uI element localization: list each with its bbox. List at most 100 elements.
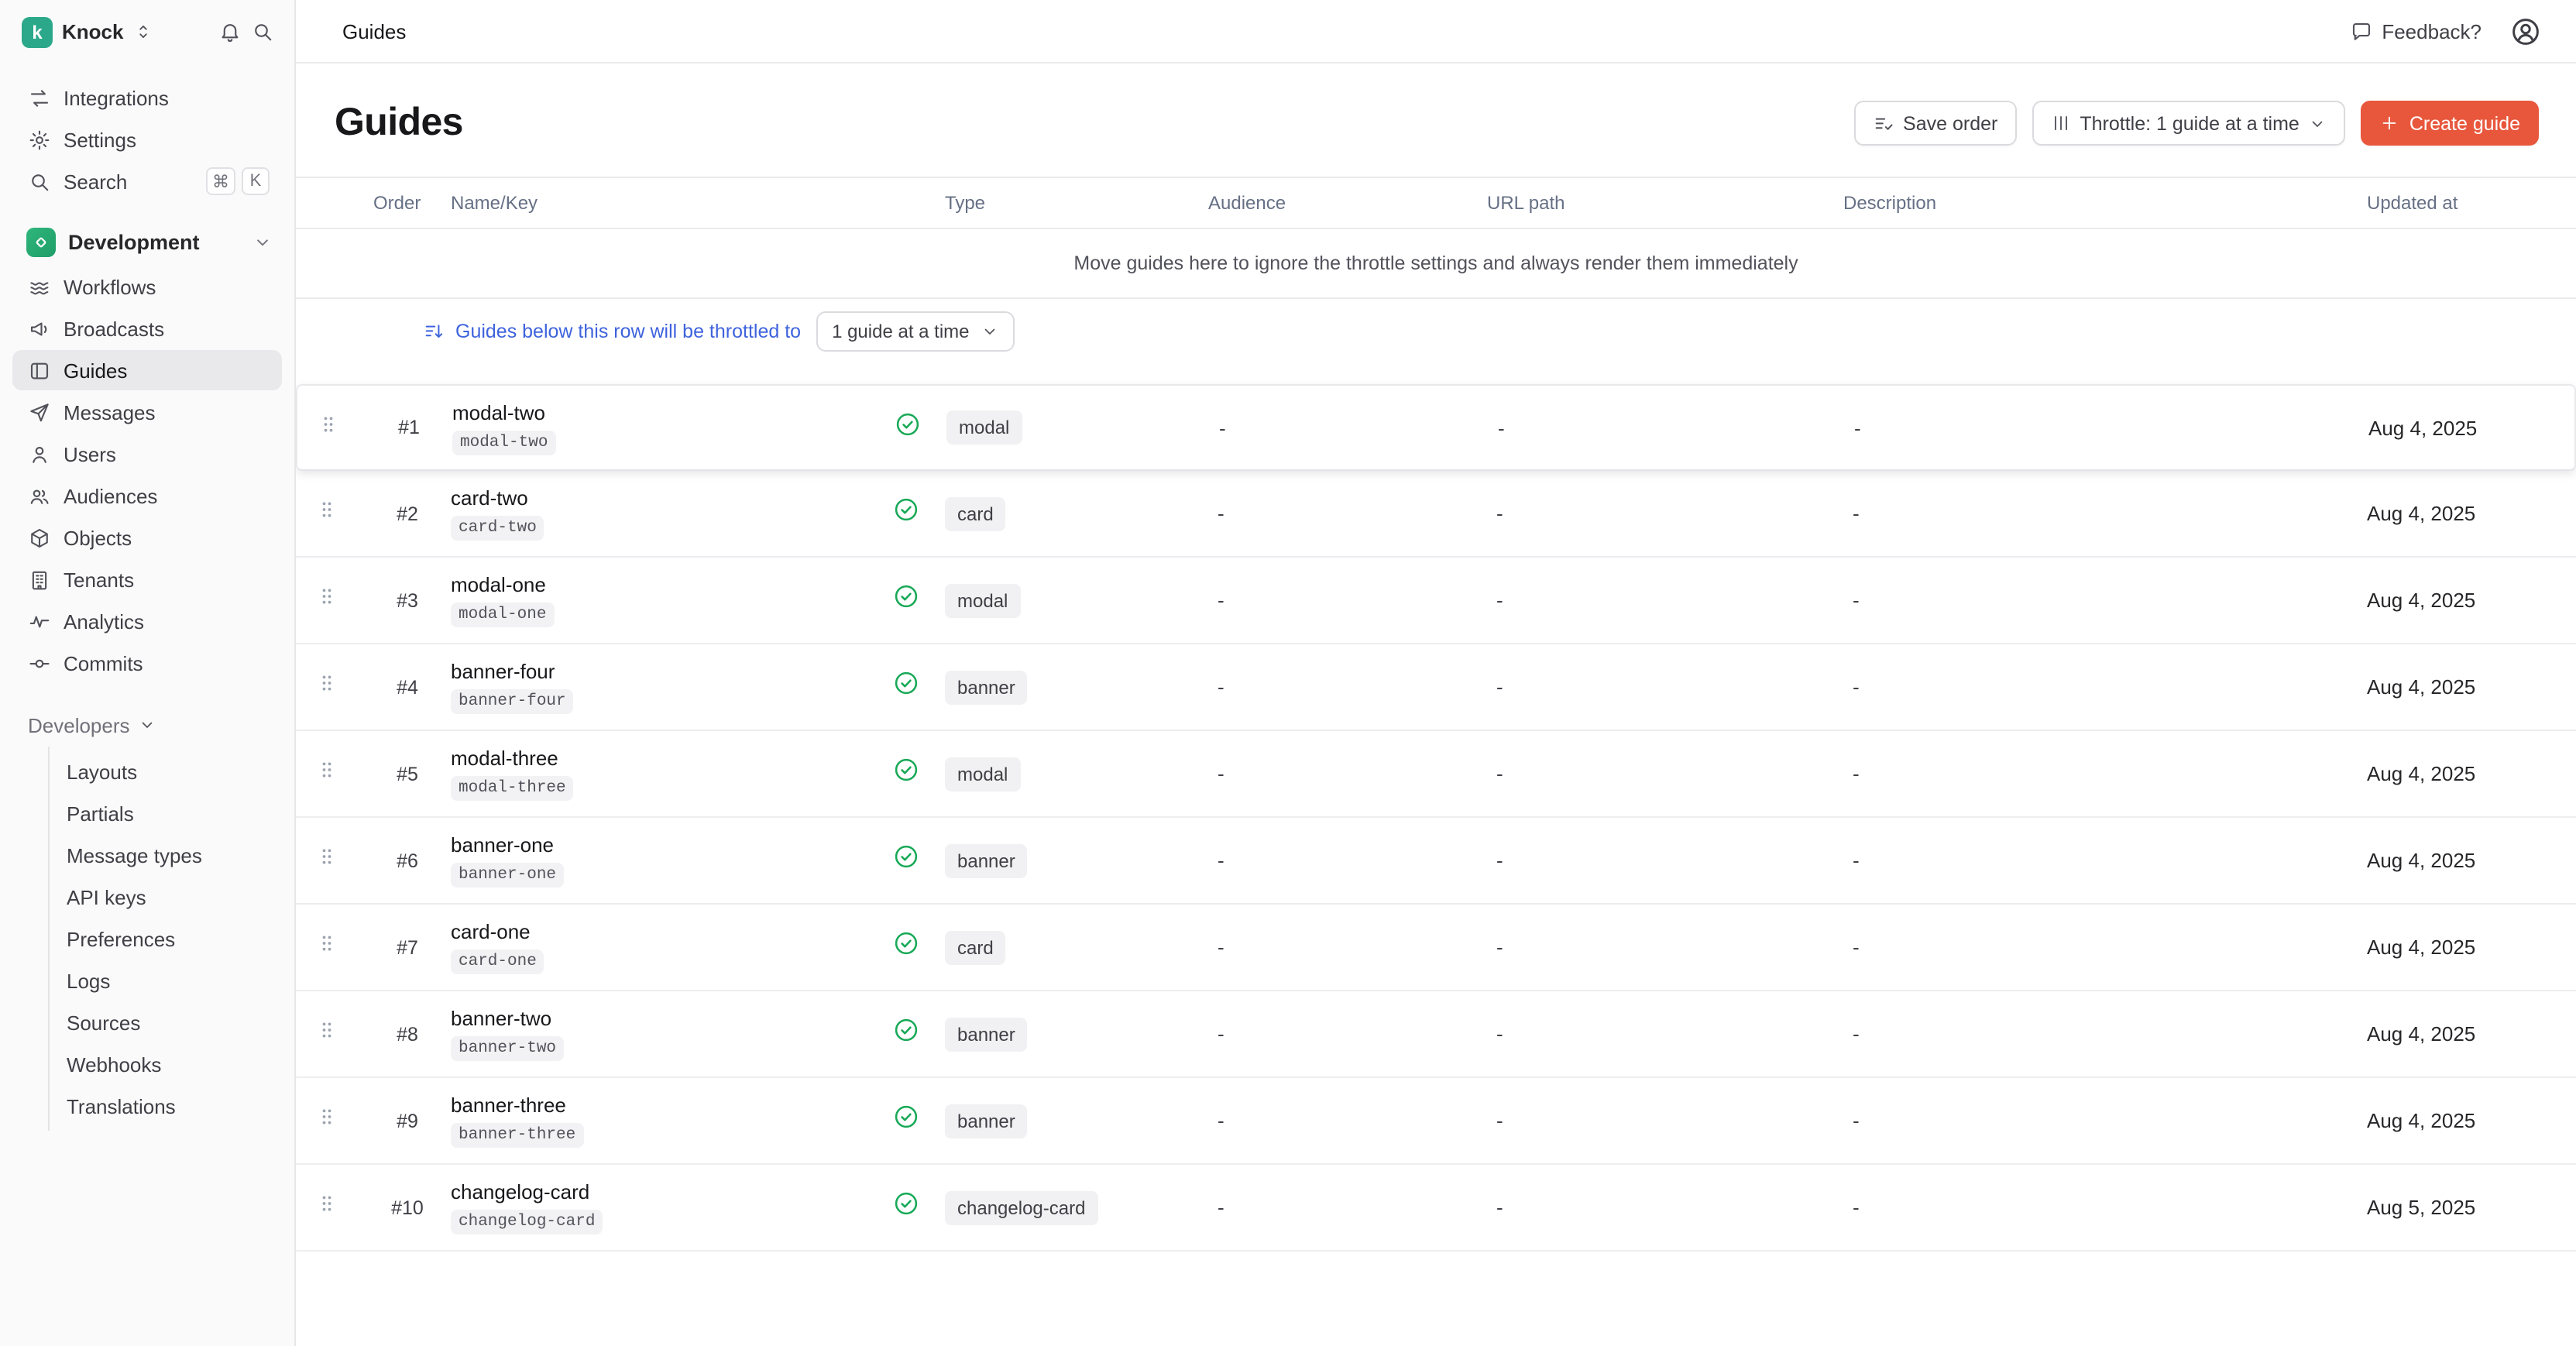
- sidebar-item-workflows[interactable]: Workflows: [12, 266, 282, 307]
- app-window: k Knock IntegrationsSettingsSearch⌘K Dev…: [0, 0, 2576, 1346]
- environment-switcher[interactable]: Development: [0, 218, 294, 265]
- sidebar-item-messages[interactable]: Messages: [12, 392, 282, 432]
- throttle-dropdown-button[interactable]: Throttle: 1 guide at a time: [2032, 101, 2346, 146]
- guide-description: -: [1843, 936, 2367, 959]
- guide-url-path: -: [1487, 762, 1843, 785]
- breadcrumb[interactable]: Guides: [342, 19, 406, 43]
- drag-handle-icon[interactable]: [316, 499, 338, 520]
- guide-name-key-cell: modal-three modal-three: [451, 747, 892, 801]
- guide-name[interactable]: modal-three: [451, 747, 892, 770]
- chevron-down-icon: [252, 232, 273, 252]
- throttle-bars-icon: [2050, 113, 2070, 133]
- drag-handle-icon[interactable]: [316, 1193, 338, 1214]
- guide-name[interactable]: modal-one: [451, 573, 892, 596]
- save-order-button[interactable]: Save order: [1853, 101, 2016, 146]
- sidebar-item-analytics[interactable]: Analytics: [12, 601, 282, 641]
- sidebar-item-objects[interactable]: Objects: [12, 517, 282, 558]
- sidebar-item-translations[interactable]: Translations: [50, 1086, 282, 1126]
- throttle-count-dropdown[interactable]: 1 guide at a time: [816, 311, 1014, 352]
- drag-handle-icon[interactable]: [316, 1106, 338, 1128]
- sidebar-item-sources[interactable]: Sources: [50, 1002, 282, 1042]
- drag-handle-icon[interactable]: [316, 932, 338, 954]
- feedback-button[interactable]: Feedback?: [2349, 19, 2482, 43]
- workspace-name[interactable]: Knock: [62, 20, 123, 43]
- table-row[interactable]: #8banner-twobanner-twobanner---Aug 4, 20…: [296, 991, 2576, 1078]
- commits-icon: [28, 651, 51, 675]
- guide-type-cell: changelog-card: [945, 1190, 1208, 1224]
- sidebar-item-logs[interactable]: Logs: [50, 960, 282, 1001]
- sidebar-top-nav: IntegrationsSettingsSearch⌘K: [0, 64, 294, 203]
- sidebar-item-message-types[interactable]: Message types: [50, 835, 282, 875]
- sidebar-item-layouts[interactable]: Layouts: [50, 751, 282, 791]
- drag-handle-icon[interactable]: [316, 846, 338, 867]
- sidebar-item-users[interactable]: Users: [12, 434, 282, 474]
- guide-key: modal-three: [451, 776, 574, 801]
- sidebar-item-commits[interactable]: Commits: [12, 643, 282, 683]
- sidebar-item-search[interactable]: Search⌘K: [12, 161, 282, 201]
- guide-key: modal-two: [452, 430, 555, 455]
- sidebar-item-webhooks[interactable]: Webhooks: [50, 1044, 282, 1084]
- guide-type-badge: banner: [945, 1017, 1028, 1051]
- sidebar-item-preferences[interactable]: Preferences: [50, 919, 282, 959]
- workspace-switcher-icon[interactable]: [132, 22, 153, 42]
- guide-description: -: [1843, 1196, 2367, 1219]
- table-row[interactable]: #1modal-twomodal-twomodal---Aug 4, 2025: [296, 384, 2576, 471]
- status-active-check-icon: [894, 410, 922, 438]
- table-row[interactable]: #4banner-fourbanner-fourbanner---Aug 4, …: [296, 644, 2576, 731]
- immediate-dropzone-row[interactable]: Move guides here to ignore the throttle …: [296, 229, 2576, 299]
- sidebar-item-guides[interactable]: Guides: [12, 350, 282, 390]
- developers-toggle[interactable]: Developers: [0, 706, 294, 743]
- column-header-audience: Audience: [1208, 192, 1487, 214]
- table-row[interactable]: #2card-twocard-twocard---Aug 4, 2025: [296, 471, 2576, 558]
- search-icon[interactable]: [251, 20, 274, 43]
- table-row[interactable]: #7card-onecard-onecard---Aug 4, 2025: [296, 905, 2576, 991]
- guide-name[interactable]: banner-three: [451, 1094, 892, 1117]
- developers-label: Developers: [28, 713, 130, 737]
- guide-name[interactable]: changelog-card: [451, 1180, 892, 1204]
- guide-name[interactable]: banner-four: [451, 660, 892, 683]
- table-row[interactable]: #6banner-onebanner-onebanner---Aug 4, 20…: [296, 818, 2576, 905]
- drag-handle-icon[interactable]: [316, 585, 338, 607]
- table-row[interactable]: #10changelog-cardchangelog-cardchangelog…: [296, 1165, 2576, 1252]
- guide-name-key-cell: banner-twobanner-two: [451, 1007, 892, 1061]
- guide-url-path: -: [1487, 849, 1843, 872]
- guide-audience: -: [1208, 589, 1487, 612]
- guide-name[interactable]: card-one: [451, 920, 892, 943]
- sidebar-item-api-keys[interactable]: API keys: [50, 877, 282, 917]
- guide-audience: -: [1208, 936, 1487, 959]
- guide-description: -: [1845, 416, 2368, 439]
- table-row[interactable]: #5modal-threemodal-threemodal---Aug 4, 2…: [296, 731, 2576, 818]
- drag-handle-cell: [296, 585, 364, 615]
- guide-name-key-cell: card-twocard-two: [451, 486, 892, 541]
- drag-handle-icon[interactable]: [316, 1019, 338, 1041]
- drag-handle-cell: [296, 932, 364, 962]
- sidebar-item-settings[interactable]: Settings: [12, 119, 282, 160]
- throttle-divider-link[interactable]: Guides below this row will be throttled …: [423, 321, 801, 342]
- drag-handle-icon[interactable]: [316, 672, 338, 694]
- guide-name[interactable]: banner-two: [451, 1007, 892, 1030]
- sidebar-item-partials[interactable]: Partials: [50, 793, 282, 833]
- drag-handle-icon[interactable]: [318, 413, 339, 434]
- sidebar-item-integrations[interactable]: Integrations: [12, 77, 282, 118]
- drag-handle-icon[interactable]: [316, 759, 338, 781]
- sidebar-item-broadcasts[interactable]: Broadcasts: [12, 308, 282, 349]
- guide-updated-at: Aug 4, 2025: [2367, 1109, 2576, 1132]
- sidebar-item-audiences[interactable]: Audiences: [12, 476, 282, 516]
- sidebar-item-tenants[interactable]: Tenants: [12, 559, 282, 599]
- notifications-bell-icon[interactable]: [218, 20, 242, 43]
- drag-handle-cell: [296, 1106, 364, 1135]
- drag-handle-cell: [296, 672, 364, 702]
- guide-type-cell: banner: [945, 1017, 1208, 1051]
- create-guide-button[interactable]: Create guide: [2361, 101, 2539, 146]
- page-title: Guides: [335, 101, 463, 146]
- guide-name[interactable]: modal-two: [452, 400, 894, 424]
- table-row[interactable]: #9banner-threebanner-threebanner---Aug 4…: [296, 1078, 2576, 1165]
- guide-status-cell: [892, 1016, 945, 1052]
- drag-handle-cell: [296, 846, 364, 875]
- guide-name[interactable]: banner-one: [451, 833, 892, 857]
- user-avatar-icon[interactable]: [2509, 15, 2542, 47]
- table-row[interactable]: #3modal-onemodal-onemodal---Aug 4, 2025: [296, 558, 2576, 644]
- guide-url-path: -: [1487, 675, 1843, 699]
- guide-audience: -: [1208, 675, 1487, 699]
- guide-name[interactable]: card-two: [451, 486, 892, 510]
